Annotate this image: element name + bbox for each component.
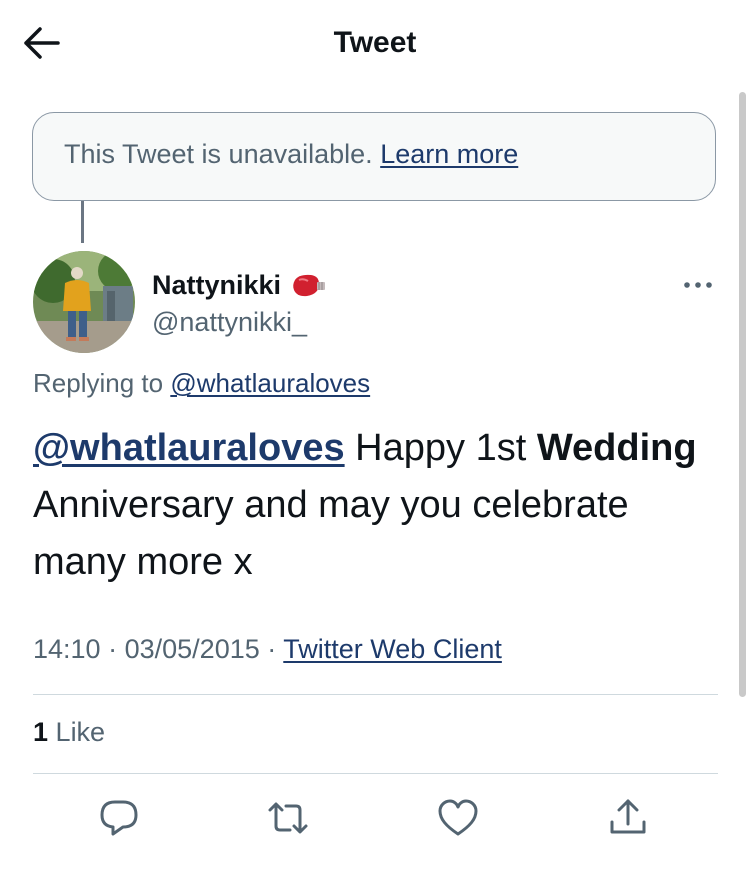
more-options-button[interactable] (680, 272, 716, 298)
tweet-time[interactable]: 14:10 (33, 634, 101, 664)
tweet-meta: 14:10 · 03/05/2015 · Twitter Web Client (33, 634, 502, 665)
retweet-icon (268, 802, 308, 834)
top-bar: Tweet (0, 0, 750, 88)
meta-separator: · (108, 634, 118, 664)
tweet-text-bold: Wedding (536, 427, 697, 469)
page-title: Tweet (333, 26, 417, 59)
divider (33, 773, 718, 774)
more-icon (684, 282, 712, 288)
tweet-text-part1: Happy 1st (344, 427, 537, 469)
like-count-number: 1 (33, 717, 49, 747)
replying-to-link[interactable]: @whatlauraloves (170, 368, 370, 398)
unavailable-notice: This Tweet is unavailable. Learn more (32, 112, 716, 201)
likes-count[interactable]: 1 Like (33, 717, 105, 748)
share-icon (610, 799, 646, 834)
replying-prefix: Replying to (33, 368, 164, 398)
like-icon (438, 799, 478, 836)
divider (33, 694, 718, 695)
avatar[interactable] (33, 251, 135, 353)
meta-separator: · (267, 634, 277, 664)
reply-icon (100, 800, 138, 836)
mention-link[interactable]: @whatlauraloves (33, 427, 345, 469)
share-button[interactable] (606, 796, 650, 840)
retweet-button[interactable] (266, 796, 310, 840)
display-name[interactable]: Nattynikki (152, 270, 281, 300)
unavailable-message: This Tweet is unavailable. (64, 139, 373, 169)
tweet-date[interactable]: 03/05/2015 (125, 634, 260, 664)
replying-to: Replying to @whatlauraloves (33, 368, 370, 399)
unavailable-text: This Tweet is unavailable. Learn more (64, 139, 518, 170)
tweet-text-part2: Anniversary and may you celebrate many m… (33, 484, 629, 583)
handle[interactable]: @nattynikki_ (152, 307, 307, 338)
author-name-row[interactable]: Nattynikki (152, 270, 327, 301)
scrollbar[interactable] (739, 92, 746, 697)
boxing-glove-icon (289, 272, 327, 300)
learn-more-link[interactable]: Learn more (380, 139, 518, 169)
reply-button[interactable] (97, 796, 141, 840)
like-count-label: Like (55, 717, 106, 747)
like-button[interactable] (436, 796, 480, 840)
tweet-text: @whatlauraloves Happy 1st Wedding Annive… (33, 420, 713, 591)
thread-connector (81, 201, 84, 243)
source-link[interactable]: Twitter Web Client (283, 634, 502, 664)
